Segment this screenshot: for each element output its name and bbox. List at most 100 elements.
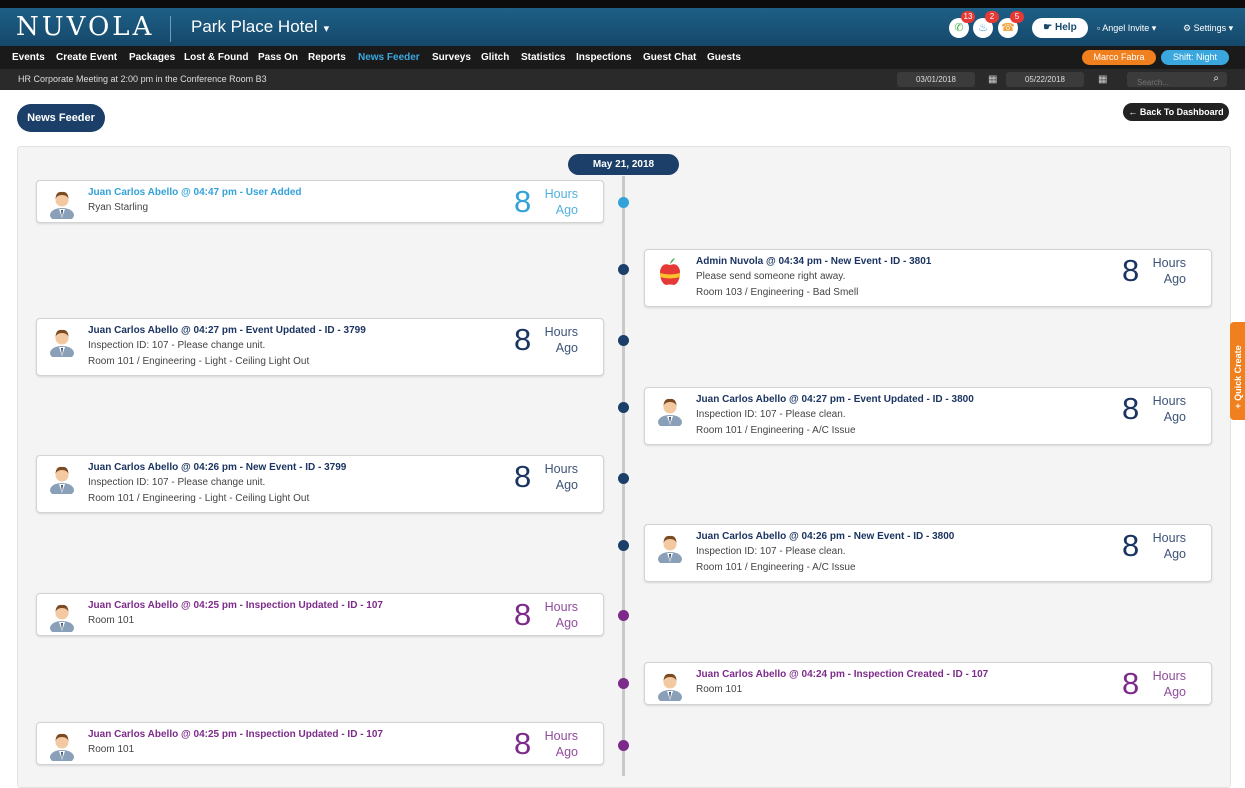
timeline-dot [618,473,629,484]
feed-card-detail: Room 101 / Engineering - A/C Issue [696,562,856,573]
feed-card[interactable]: Juan Carlos Abello @ 04:26 pm - New Even… [644,524,1212,582]
time-ago-unit: Hours [1152,256,1186,270]
nav-item-guests[interactable]: Guests [707,52,741,63]
feed-card[interactable]: Juan Carlos Abello @ 04:25 pm - Inspecti… [36,722,604,765]
nav-item-surveys[interactable]: Surveys [432,52,471,63]
nav-item-statistics[interactable]: Statistics [521,52,565,63]
notif-glyph: ☎ [1001,22,1015,34]
feed-card-detail: Room 101 / Engineering - Light - Ceiling… [88,493,310,504]
time-ago-suffix: Ago [555,745,578,759]
time-ago-number: 8 [1122,253,1140,288]
timeline-dot [618,678,629,689]
search-box: ⌕ [1127,72,1227,91]
back-to-dashboard-button[interactable]: ← Back To Dashboard [1123,103,1229,121]
user-avatar-icon [48,729,76,764]
nav-item-reports[interactable]: Reports [308,52,346,63]
time-ago-unit: Hours [1152,394,1186,408]
search-icon[interactable]: ⌕ [1213,73,1219,84]
time-ago-suffix: Ago [555,616,578,630]
time-ago-number: 8 [1122,528,1140,563]
feed-card-detail: Ryan Starling [88,202,149,213]
feed-card-detail: Inspection ID: 107 - Please change unit. [88,340,266,351]
time-ago-unit: Hours [1152,669,1186,683]
nav-item-packages[interactable]: Packages [129,52,175,63]
feed-card[interactable]: Juan Carlos Abello @ 04:24 pm - Inspecti… [644,662,1212,705]
feed-card-title[interactable]: Juan Carlos Abello @ 04:27 pm - Event Up… [696,394,974,405]
settings-menu[interactable]: ⚙ Settings ▾ [1183,23,1233,34]
time-ago-number: 8 [514,597,532,632]
search-input[interactable] [1135,74,1211,91]
hotel-selector[interactable]: Park Place Hotel ▾ [191,17,329,37]
feed-card[interactable]: Juan Carlos Abello @ 04:27 pm - Event Up… [36,318,604,376]
hotel-name: Park Place Hotel [191,17,318,36]
user-avatar-icon [48,462,76,497]
user-avatar-icon [48,600,76,635]
feed-card[interactable]: Juan Carlos Abello @ 04:25 pm - Inspecti… [36,593,604,636]
time-ago-suffix: Ago [555,341,578,355]
user-badge[interactable]: Marco Fabra [1082,50,1156,65]
nav-item-create-event[interactable]: Create Event [56,52,117,63]
chat-notification-icon[interactable]: ✆ 13 [949,11,975,38]
timeline-dot [618,335,629,346]
timeline-dot [618,740,629,751]
feed-card[interactable]: Juan Carlos Abello @ 04:27 pm - Event Up… [644,387,1212,445]
feed-card-detail: Please send someone right away. [696,271,846,282]
shift-badge[interactable]: Shift: Night [1161,50,1229,65]
time-ago-number: 8 [1122,391,1140,426]
help-button[interactable]: ☛ Help [1032,18,1088,38]
angel-invite-link[interactable]: ▫ Angel Invite ▾ [1097,23,1156,34]
feed-card[interactable]: Admin Nuvola @ 04:34 pm - New Event - ID… [644,249,1212,307]
feed-card-title[interactable]: Juan Carlos Abello @ 04:24 pm - Inspecti… [696,669,988,680]
feed-card-detail: Room 101 / Engineering - Light - Ceiling… [88,356,310,367]
nav-item-pass-on[interactable]: Pass On [258,52,298,63]
user-avatar-icon [656,531,684,566]
header-divider [170,16,171,42]
notification-count-badge: 5 [1010,11,1024,23]
quick-create-tab[interactable]: + Quick Create [1230,322,1245,420]
feed-card-title[interactable]: Juan Carlos Abello @ 04:25 pm - Inspecti… [88,600,383,611]
feed-card-title[interactable]: Juan Carlos Abello @ 04:47 pm - User Add… [88,187,302,198]
time-ago-number: 8 [514,459,532,494]
nav-item-glitch[interactable]: Glitch [481,52,509,63]
feed-card-title[interactable]: Juan Carlos Abello @ 04:25 pm - Inspecti… [88,729,383,740]
timeline-dot [618,540,629,551]
app-logo[interactable]: NUVOLA [16,12,154,42]
feed-card[interactable]: Juan Carlos Abello @ 04:47 pm - User Add… [36,180,604,223]
admin-apple-avatar-icon [656,256,684,288]
feed-card-detail: Room 101 / Engineering - A/C Issue [696,425,856,436]
feed-card[interactable]: Juan Carlos Abello @ 04:26 pm - New Even… [36,455,604,513]
feed-card-title[interactable]: Admin Nuvola @ 04:34 pm - New Event - ID… [696,256,931,267]
feed-card-detail: Inspection ID: 107 - Please clean. [696,546,846,557]
start-date-field[interactable]: 03/01/2018 [897,72,975,87]
feed-card-detail: Room 101 [696,684,743,695]
feed-card-title[interactable]: Juan Carlos Abello @ 04:26 pm - New Even… [696,531,954,542]
nav-item-lost-found[interactable]: Lost & Found [184,52,248,63]
feed-card-title[interactable]: Juan Carlos Abello @ 04:27 pm - Event Up… [88,325,366,336]
calendar-icon[interactable]: ▦ [1098,74,1107,85]
time-ago-number: 8 [1122,666,1140,701]
news-feeder-button[interactable]: News Feeder [17,104,105,132]
chevron-down-icon: ▾ [323,23,330,35]
time-ago-number: 8 [514,322,532,357]
top-header: NUVOLA Park Place Hotel ▾ ✆ 13 ♨ 2 ☎ 5 ☛ Help … [0,0,1245,46]
timeline-dot [618,610,629,621]
time-ago-suffix: Ago [1163,410,1186,424]
nav-item-news-feeder[interactable]: News Feeder [358,52,420,63]
time-ago-number: 8 [514,184,532,219]
service-bell-notification-icon[interactable]: ♨ 2 [973,11,999,38]
calendar-icon[interactable]: ▦ [988,74,997,85]
nav-item-guest-chat[interactable]: Guest Chat [643,52,696,63]
feed-card-detail: Inspection ID: 107 - Please change unit. [88,477,266,488]
time-ago-unit: Hours [544,462,578,476]
time-ago-suffix: Ago [1163,685,1186,699]
time-ago-unit: Hours [544,325,578,339]
user-avatar-icon [48,325,76,360]
main-nav: Events Create Event Packages Lost & Found Pa… [0,46,1245,69]
nav-item-events[interactable]: Events [12,52,45,63]
feed-card-title[interactable]: Juan Carlos Abello @ 04:26 pm - New Even… [88,462,346,473]
user-avatar-icon [48,187,76,222]
phone-notification-icon[interactable]: ☎ 5 [998,11,1024,38]
end-date-field[interactable]: 05/22/2018 [1006,72,1084,87]
timeline-dot [618,264,629,275]
nav-item-inspections[interactable]: Inspections [576,52,632,63]
